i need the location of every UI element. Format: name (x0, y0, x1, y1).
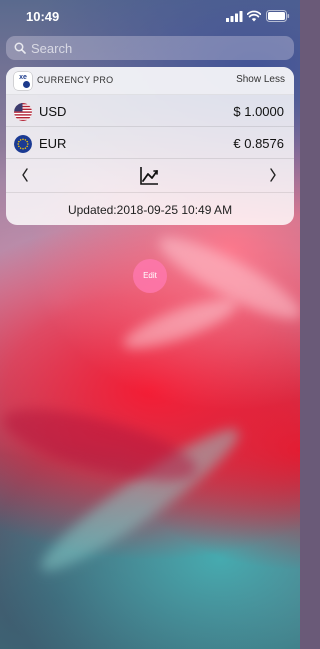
search-input[interactable] (31, 40, 271, 56)
wifi-icon (247, 10, 261, 22)
eu-flag-icon (14, 135, 32, 153)
cellular-signal-icon (226, 11, 243, 22)
currency-rate: € 0.8576 (233, 136, 284, 151)
edit-button[interactable]: Edit (133, 259, 167, 293)
search-icon (14, 42, 26, 54)
chart-icon[interactable] (140, 166, 159, 185)
us-flag-icon (14, 103, 32, 121)
widget-controls (6, 159, 294, 193)
next-chevron-icon[interactable] (266, 166, 280, 184)
currency-rate: $ 1.0000 (233, 104, 284, 119)
status-bar: 10:49 (0, 0, 300, 34)
widget-app-name: CURRENCY PRO (37, 75, 114, 85)
previous-chevron-icon[interactable] (18, 166, 32, 184)
currency-row-usd[interactable]: USD $ 1.0000 (6, 95, 294, 127)
search-bar[interactable] (6, 36, 294, 60)
updated-timestamp: Updated:2018-09-25 10:49 AM (67, 203, 233, 217)
xe-app-icon: xe (14, 72, 32, 90)
show-less-button[interactable]: Show Less (236, 74, 285, 85)
battery-icon (266, 10, 290, 22)
currency-code: EUR (39, 136, 67, 151)
currency-code: USD (39, 104, 67, 119)
currency-widget: xe CURRENCY PRO Show Less USD $ 1.0000 E… (6, 67, 294, 225)
widget-header: xe CURRENCY PRO Show Less (6, 67, 294, 95)
currency-row-eur[interactable]: EUR € 0.8576 (6, 127, 294, 159)
status-time: 10:49 (26, 9, 60, 24)
